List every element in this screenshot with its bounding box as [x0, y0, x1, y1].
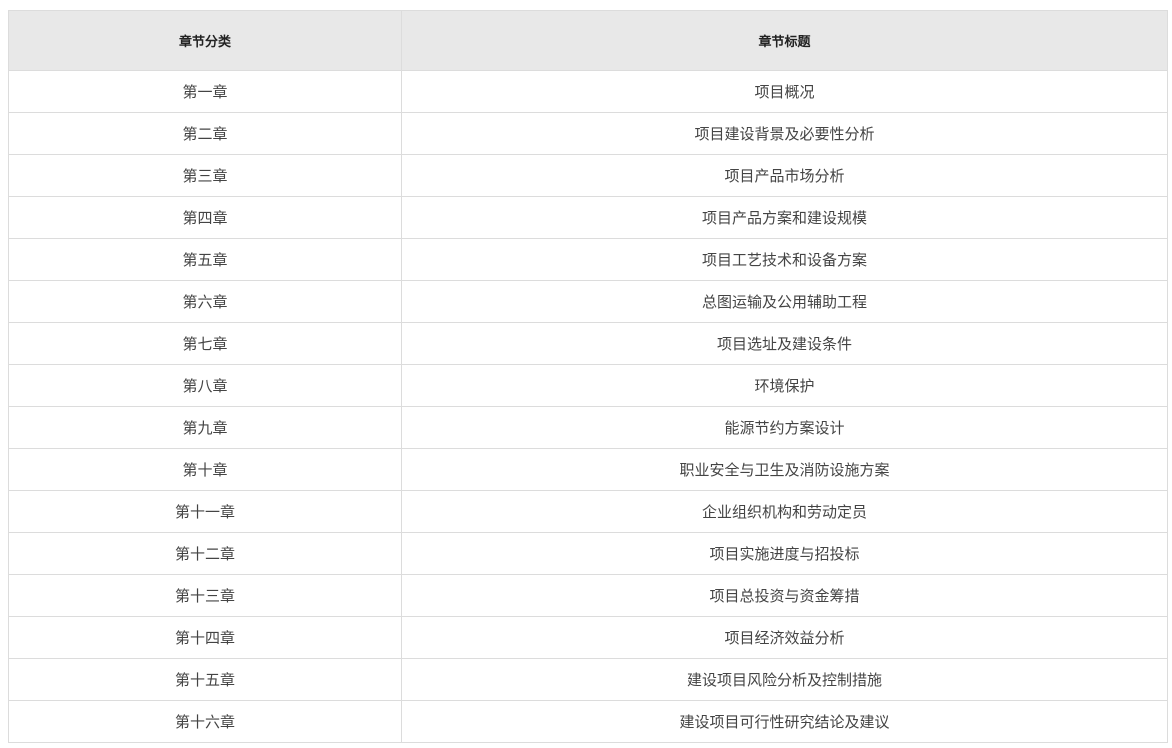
table-row: 第十章 职业安全与卫生及消防设施方案 — [8, 448, 1168, 491]
header-chapter-category: 章节分类 — [8, 10, 402, 71]
chapter-category-cell: 第十六章 — [8, 700, 402, 743]
chapter-title-cell: 项目建设背景及必要性分析 — [401, 112, 1168, 155]
chapter-category-cell: 第十章 — [8, 448, 402, 491]
chapter-title-cell: 职业安全与卫生及消防设施方案 — [401, 448, 1168, 491]
table-row: 第十四章 项目经济效益分析 — [8, 616, 1168, 659]
chapter-title-cell: 项目经济效益分析 — [401, 616, 1168, 659]
chapter-category-cell: 第九章 — [8, 406, 402, 449]
chapter-title-cell: 项目产品方案和建设规模 — [401, 196, 1168, 239]
chapter-category-cell: 第八章 — [8, 364, 402, 407]
table-row: 第十五章 建设项目风险分析及控制措施 — [8, 658, 1168, 701]
table-row: 第十二章 项目实施进度与招投标 — [8, 532, 1168, 575]
table-row: 第二章 项目建设背景及必要性分析 — [8, 112, 1168, 155]
header-chapter-title: 章节标题 — [401, 10, 1168, 71]
chapter-title-cell: 建设项目风险分析及控制措施 — [401, 658, 1168, 701]
table-row: 第五章 项目工艺技术和设备方案 — [8, 238, 1168, 281]
chapter-title-cell: 总图运输及公用辅助工程 — [401, 280, 1168, 323]
chapter-category-cell: 第十五章 — [8, 658, 402, 701]
chapter-category-cell: 第七章 — [8, 322, 402, 365]
table-row: 第四章 项目产品方案和建设规模 — [8, 196, 1168, 239]
chapter-title-cell: 建设项目可行性研究结论及建议 — [401, 700, 1168, 743]
table-row: 第三章 项目产品市场分析 — [8, 154, 1168, 197]
chapter-category-cell: 第四章 — [8, 196, 402, 239]
chapter-table: 章节分类 章节标题 第一章 项目概况 第二章 项目建设背景及必要性分析 第三章 … — [8, 10, 1168, 743]
chapter-title-cell: 项目总投资与资金筹措 — [401, 574, 1168, 617]
table-row: 第八章 环境保护 — [8, 364, 1168, 407]
chapter-category-cell: 第三章 — [8, 154, 402, 197]
chapter-category-cell: 第十四章 — [8, 616, 402, 659]
chapter-title-cell: 项目工艺技术和设备方案 — [401, 238, 1168, 281]
chapter-title-cell: 企业组织机构和劳动定员 — [401, 490, 1168, 533]
chapter-title-cell: 环境保护 — [401, 364, 1168, 407]
table-row: 第七章 项目选址及建设条件 — [8, 322, 1168, 365]
table-header: 章节分类 章节标题 — [8, 10, 1168, 71]
table-row: 第一章 项目概况 — [8, 70, 1168, 113]
chapter-title-cell: 项目概况 — [401, 70, 1168, 113]
chapter-title-cell: 项目实施进度与招投标 — [401, 532, 1168, 575]
table-row: 第六章 总图运输及公用辅助工程 — [8, 280, 1168, 323]
chapter-category-cell: 第一章 — [8, 70, 402, 113]
chapter-category-cell: 第十三章 — [8, 574, 402, 617]
chapter-category-cell: 第十一章 — [8, 490, 402, 533]
chapter-category-cell: 第二章 — [8, 112, 402, 155]
table-row: 第十一章 企业组织机构和劳动定员 — [8, 490, 1168, 533]
chapter-title-cell: 项目选址及建设条件 — [401, 322, 1168, 365]
table-body: 第一章 项目概况 第二章 项目建设背景及必要性分析 第三章 项目产品市场分析 第… — [8, 70, 1168, 743]
chapter-title-cell: 能源节约方案设计 — [401, 406, 1168, 449]
table-row: 第十六章 建设项目可行性研究结论及建议 — [8, 700, 1168, 743]
table-row: 第九章 能源节约方案设计 — [8, 406, 1168, 449]
chapter-category-cell: 第五章 — [8, 238, 402, 281]
chapter-title-cell: 项目产品市场分析 — [401, 154, 1168, 197]
chapter-category-cell: 第六章 — [8, 280, 402, 323]
chapter-category-cell: 第十二章 — [8, 532, 402, 575]
header-row: 章节分类 章节标题 — [8, 10, 1168, 71]
table-row: 第十三章 项目总投资与资金筹措 — [8, 574, 1168, 617]
